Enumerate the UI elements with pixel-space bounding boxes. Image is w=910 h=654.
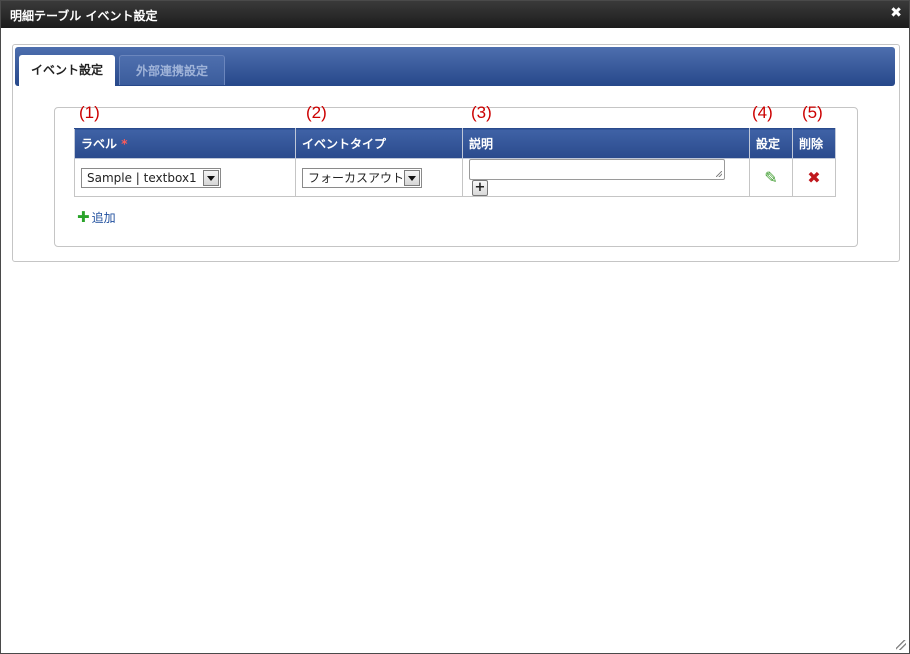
annotation-1: (1) xyxy=(79,103,100,122)
required-mark: * xyxy=(121,137,128,151)
edit-cell: ✎ xyxy=(749,158,793,197)
description-cell: + xyxy=(462,158,750,197)
dialog: 明細テーブル イベント設定 ✖ イベント設定 外部連携設定 (1) (2) (3… xyxy=(0,0,910,654)
delete-x-icon[interactable]: ✖ xyxy=(807,168,820,187)
description-input[interactable] xyxy=(469,159,725,180)
column-header-delete: 削除 xyxy=(792,128,836,159)
annotation-4: (4) xyxy=(752,103,773,122)
tab-event-settings[interactable]: イベント設定 xyxy=(19,55,115,86)
resize-handle-icon[interactable] xyxy=(896,640,906,650)
dialog-titlebar[interactable]: 明細テーブル イベント設定 ✖ xyxy=(1,1,909,28)
pencil-icon[interactable]: ✎ xyxy=(764,168,777,187)
add-row-label: 追加 xyxy=(91,211,116,225)
event-type-cell: フォーカスアウト xyxy=(295,158,463,197)
event-type-select[interactable]: フォーカスアウト xyxy=(302,167,422,188)
dialog-title: 明細テーブル イベント設定 xyxy=(10,9,158,23)
tab-bar: イベント設定 外部連携設定 xyxy=(15,47,895,86)
tab-external-integration[interactable]: 外部連携設定 xyxy=(119,55,225,85)
label-select[interactable]: Sample | textbox1 xyxy=(81,167,221,188)
table-row: Sample | textbox1 フォーカスアウト + ✎ ✖ xyxy=(74,158,836,197)
annotation-2: (2) xyxy=(306,103,327,122)
annotation-5: (5) xyxy=(802,103,823,122)
add-row-link[interactable]: ✚ 追加 xyxy=(77,208,116,226)
annotation-3: (3) xyxy=(471,103,492,122)
chevron-down-icon[interactable] xyxy=(404,169,420,186)
column-header-label: ラベル * xyxy=(74,128,296,159)
column-header-event-type: イベントタイプ xyxy=(295,128,463,159)
event-table: ラベル * イベントタイプ 説明 設定 削除 Sample | textbox1… xyxy=(74,128,836,197)
chevron-down-icon[interactable] xyxy=(203,169,219,186)
label-cell: Sample | textbox1 xyxy=(74,158,296,197)
event-type-select-value: フォーカスアウト xyxy=(308,170,405,185)
label-select-value: Sample | textbox1 xyxy=(87,170,197,185)
plus-icon: ✚ xyxy=(77,208,90,226)
plus-button-icon[interactable]: + xyxy=(472,180,488,196)
table-header-row: ラベル * イベントタイプ 説明 設定 削除 xyxy=(74,128,836,159)
close-icon[interactable]: ✖ xyxy=(890,5,902,21)
column-header-edit: 設定 xyxy=(749,128,793,159)
column-header-description: 説明 xyxy=(462,128,750,159)
column-label-text: ラベル xyxy=(81,137,118,151)
delete-cell: ✖ xyxy=(792,158,836,197)
